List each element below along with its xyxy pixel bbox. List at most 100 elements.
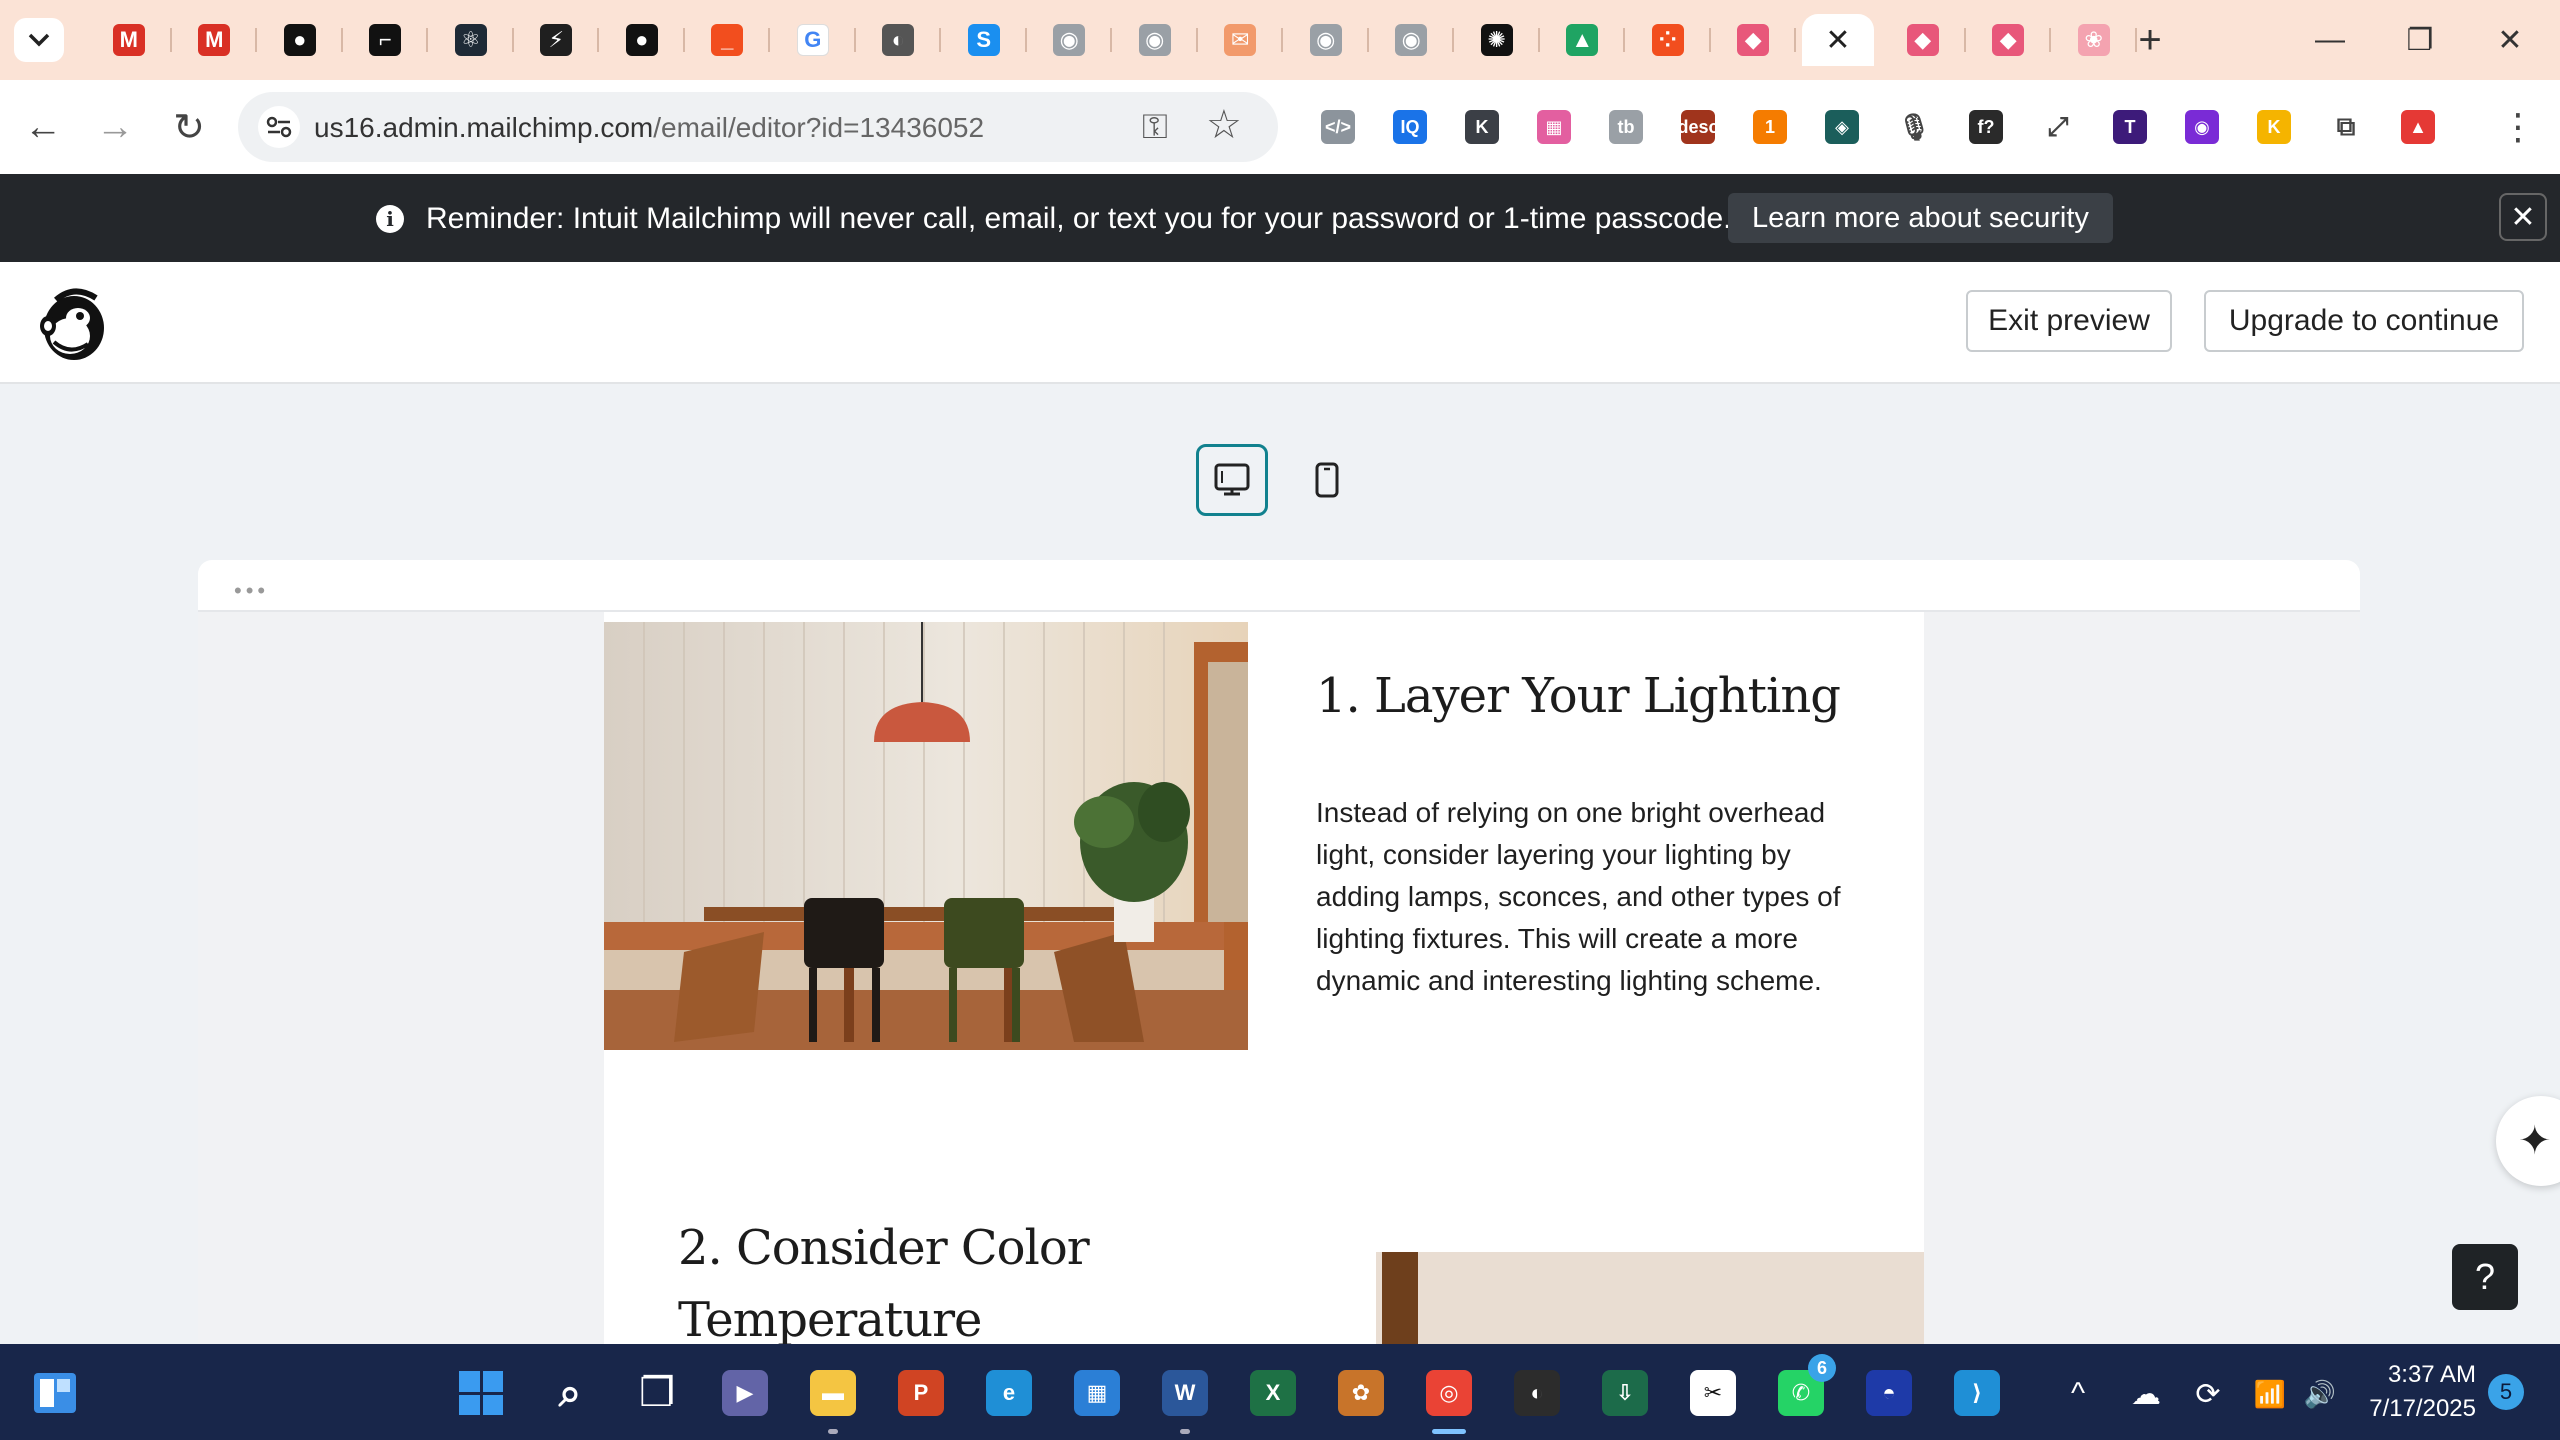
section-1-body: Instead of relying on one bright overhea… — [1316, 797, 1841, 996]
tab-active[interactable]: ✕ — [1802, 14, 1874, 66]
tab[interactable]: ✉ — [1198, 14, 1284, 66]
bookmark-star-icon[interactable]: ☆ — [1206, 102, 1242, 148]
extension-button[interactable]: ◉ — [2166, 94, 2238, 160]
tab[interactable]: ◉ — [1112, 14, 1198, 66]
tab[interactable]: ⚛ — [428, 14, 514, 66]
extension-button[interactable]: f? — [1950, 94, 2022, 160]
mobile-view-button[interactable] — [1291, 444, 1363, 516]
tab[interactable]: ⌐ — [343, 14, 429, 66]
extension-button[interactable]: K — [2238, 94, 2310, 160]
onedrive-icon[interactable]: ☁ — [2124, 1372, 2168, 1416]
extension-button[interactable]: 🎙 — [1878, 94, 1950, 160]
tab-search-button[interactable] — [14, 18, 64, 62]
extension-button[interactable]: desc — [1662, 94, 1734, 160]
mailchimp-logo-icon[interactable] — [34, 282, 114, 366]
extension-button[interactable]: 1 — [1734, 94, 1806, 160]
taskbar-app-button[interactable]: ◎ — [1420, 1364, 1478, 1434]
taskbar-app-button[interactable]: ⇩ — [1596, 1364, 1654, 1422]
show-hidden-icons-button[interactable]: ^ — [2056, 1372, 2100, 1416]
help-button[interactable]: ? — [2452, 1244, 2518, 1310]
github-icon: ● — [283, 24, 316, 56]
taskbar-app-button[interactable]: ✿ — [1332, 1364, 1390, 1422]
tab[interactable]: M — [86, 14, 172, 66]
tab[interactable]: ◉ — [1027, 14, 1113, 66]
taskbar-app-button[interactable]: ⌕ — [541, 1364, 599, 1422]
tab[interactable]: ◆ — [1880, 14, 1966, 66]
sync-icon[interactable]: ⟳ — [2186, 1372, 2230, 1416]
tab[interactable]: ● — [257, 14, 343, 66]
tab[interactable]: ▲ — [1540, 14, 1626, 66]
taskbar-app-button[interactable]: P — [892, 1364, 950, 1422]
desktop-view-button[interactable] — [1196, 444, 1268, 516]
ai-assist-button[interactable]: ✦ — [2496, 1096, 2560, 1186]
tab[interactable]: ◉ — [1283, 14, 1369, 66]
browser-menu-button[interactable]: ⋮ — [2496, 102, 2540, 152]
url-text[interactable]: us16.admin.mailchimp.com/email/editor?id… — [314, 112, 984, 144]
tab[interactable]: S — [941, 14, 1027, 66]
taskbar-app-button[interactable]: ✂ — [1684, 1364, 1742, 1422]
close-window-button[interactable]: ✕ — [2480, 14, 2540, 66]
extension-button[interactable]: ⤢ — [2022, 94, 2094, 160]
extension-button[interactable]: </> — [1302, 94, 1374, 160]
taskbar-app-button[interactable]: ▶ — [716, 1364, 774, 1422]
tab[interactable]: ⁘ — [1625, 14, 1711, 66]
tab[interactable]: ◉ — [1369, 14, 1455, 66]
tab[interactable]: _ — [685, 14, 771, 66]
extension-button[interactable]: T — [2094, 94, 2166, 160]
volume-icon[interactable]: 🔊 — [2298, 1372, 2342, 1416]
widgets-button[interactable] — [26, 1364, 84, 1422]
iq-extension-icon: IQ — [1393, 110, 1427, 144]
wifi-icon[interactable]: 📶 — [2248, 1372, 2292, 1416]
minimize-button[interactable]: — — [2300, 14, 2360, 66]
extension-button[interactable]: IQ — [1374, 94, 1446, 160]
taskbar-app-button[interactable]: ◓ — [1860, 1364, 1918, 1422]
excel-icon: X — [1250, 1370, 1296, 1416]
taskbar-app-button[interactable]: ✆ 6 — [1772, 1354, 1836, 1422]
tab[interactable]: ◆ — [1966, 14, 2052, 66]
tab[interactable]: ✺ — [1454, 14, 1540, 66]
taskbar-app-button[interactable]: ▬ — [804, 1364, 862, 1434]
tab[interactable]: G — [770, 14, 856, 66]
taskbar-app-button[interactable]: ◐ — [1508, 1364, 1566, 1422]
upgrade-button[interactable]: Upgrade to continue — [2204, 290, 2524, 352]
tab[interactable]: M — [172, 14, 258, 66]
exit-preview-button[interactable]: Exit preview — [1966, 290, 2172, 352]
site-info-icon[interactable] — [258, 106, 300, 148]
taskbar-app-button[interactable]: X — [1244, 1364, 1302, 1422]
tab[interactable]: ◐ — [856, 14, 942, 66]
password-key-icon[interactable]: ⚿ — [1142, 108, 1168, 147]
taskbar-app-button[interactable]: W — [1156, 1364, 1214, 1434]
notification-count-badge[interactable]: 5 — [2488, 1374, 2524, 1410]
tab[interactable]: ● — [599, 14, 685, 66]
close-icon[interactable]: ✕ — [1822, 24, 1854, 57]
avatar-icon: ◉ — [1053, 24, 1086, 56]
forward-button[interactable]: → — [90, 102, 140, 152]
taskbar-app-button[interactable]: ❐ — [628, 1364, 686, 1422]
extension-button[interactable]: K — [1446, 94, 1518, 160]
extension-button[interactable]: tb — [1590, 94, 1662, 160]
taskbar-app-button[interactable] — [452, 1364, 510, 1422]
dining-room-photo — [604, 622, 1248, 1050]
extension-button[interactable]: ◈ — [1806, 94, 1878, 160]
back-button[interactable]: ← — [18, 102, 68, 152]
restore-button[interactable]: ❐ — [2390, 14, 2450, 66]
close-banner-button[interactable]: ✕ — [2499, 193, 2547, 241]
tab[interactable]: ◆ — [1711, 14, 1797, 66]
tab[interactable]: ❀ — [2051, 14, 2137, 66]
new-tab-button[interactable]: + — [2128, 18, 2172, 62]
tab[interactable]: ⚡ — [514, 14, 600, 66]
supabase-icon: ⚡ — [540, 24, 573, 56]
more-options-icon[interactable]: ••• — [234, 578, 269, 604]
windows-start-icon — [458, 1370, 504, 1416]
reload-button[interactable]: ↻ — [164, 102, 214, 152]
clock[interactable]: 3:37 AM 7/17/2025 — [2356, 1358, 2476, 1426]
extension-button[interactable]: ▦ — [1518, 94, 1590, 160]
taskbar-app-button[interactable]: ▦ — [1068, 1364, 1126, 1422]
taskbar-app-button[interactable]: e — [980, 1364, 1038, 1422]
learn-more-security-button[interactable]: Learn more about security — [1728, 193, 2113, 243]
address-bar[interactable]: us16.admin.mailchimp.com/email/editor?id… — [238, 92, 1278, 162]
extension-button[interactable]: ⧉ — [2310, 94, 2382, 160]
taskbar-app-button[interactable]: ⟩ — [1948, 1364, 2006, 1422]
extension-button[interactable]: ▲ — [2382, 94, 2454, 160]
figma-icon: ⁘ — [1651, 24, 1684, 56]
